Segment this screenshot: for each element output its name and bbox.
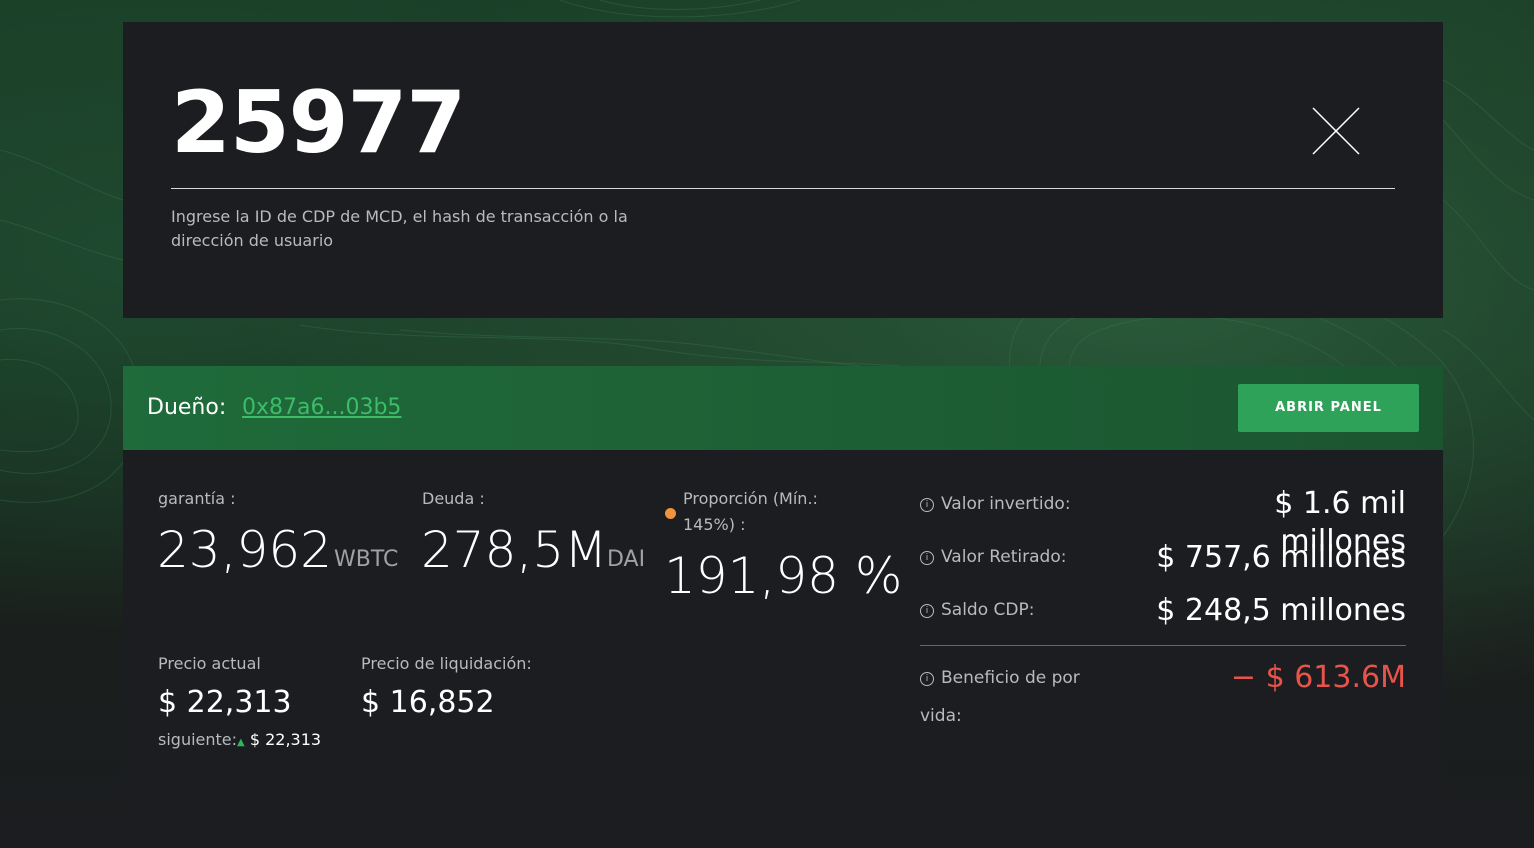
invested-value-line1: $ 1.6 mil (1274, 486, 1406, 521)
ratio-status-dot (665, 508, 676, 519)
profit-label-line2: vida: (920, 706, 962, 726)
collateral-unit: WBTC (334, 547, 399, 572)
invested-row: i Valor invertido: (920, 494, 1071, 514)
balance-label: Saldo CDP: (941, 600, 1035, 620)
cdp-details-panel: garantía : 23,962 WBTC Deuda : 278,5M DA… (123, 450, 1443, 848)
info-icon[interactable]: i (920, 672, 934, 686)
profit-label-line1: Beneficio de por (941, 668, 1080, 688)
close-icon[interactable] (1311, 106, 1361, 156)
balance-value: $ 248,5 millones (1156, 593, 1406, 628)
search-panel: 25977 Ingrese la ID de CDP de MCD, el ha… (123, 22, 1443, 318)
collateral-label: garantía : (158, 489, 236, 508)
info-icon[interactable]: i (920, 498, 934, 512)
balance-row: i Saldo CDP: (920, 600, 1034, 620)
summary-divider (920, 645, 1406, 646)
liquidation-price-label: Precio de liquidación: (361, 654, 532, 673)
current-price-label: Precio actual (158, 654, 261, 673)
debt-unit: DAI (607, 547, 646, 572)
ratio-label-line1: Proporción (Mín.: (683, 489, 818, 508)
info-icon[interactable]: i (920, 604, 934, 618)
up-arrow-icon: ▲ (237, 737, 245, 748)
owner-address-link[interactable]: 0x87a6...03b5 (242, 395, 401, 420)
search-input[interactable]: 25977 (171, 80, 466, 166)
current-price-value: $ 22,313 (158, 685, 292, 720)
next-price-value: $ 22,313 (249, 730, 322, 749)
owner-label: Dueño: (147, 395, 227, 420)
search-underline (171, 188, 1395, 189)
profit-row: i Beneficio de por (920, 668, 1080, 688)
ratio-value: 191,98 % (664, 547, 903, 605)
invested-label: Valor invertido: (941, 494, 1071, 514)
withdrawn-value: $ 757,6 millones (1156, 540, 1406, 575)
liquidation-price-value: $ 16,852 (361, 685, 495, 720)
profit-value: − $ 613.6M (1230, 660, 1406, 695)
next-price-label: siguiente: (158, 730, 238, 749)
open-panel-button[interactable]: ABRIR PANEL (1238, 384, 1419, 432)
next-price: siguiente:▲ $ 22,313 (158, 730, 321, 749)
info-icon[interactable]: i (920, 551, 934, 565)
withdrawn-label: Valor Retirado: (941, 547, 1067, 567)
collateral-value: 23,962 (157, 521, 332, 579)
debt-label: Deuda : (422, 489, 485, 508)
search-hint: Ingrese la ID de CDP de MCD, el hash de … (171, 207, 628, 250)
owner-bar: Dueño: 0x87a6...03b5 ABRIR PANEL (123, 366, 1443, 450)
debt-value: 278,5M (421, 521, 608, 579)
withdrawn-row: i Valor Retirado: (920, 547, 1066, 567)
ratio-label-line2: 145%) : (683, 515, 746, 534)
